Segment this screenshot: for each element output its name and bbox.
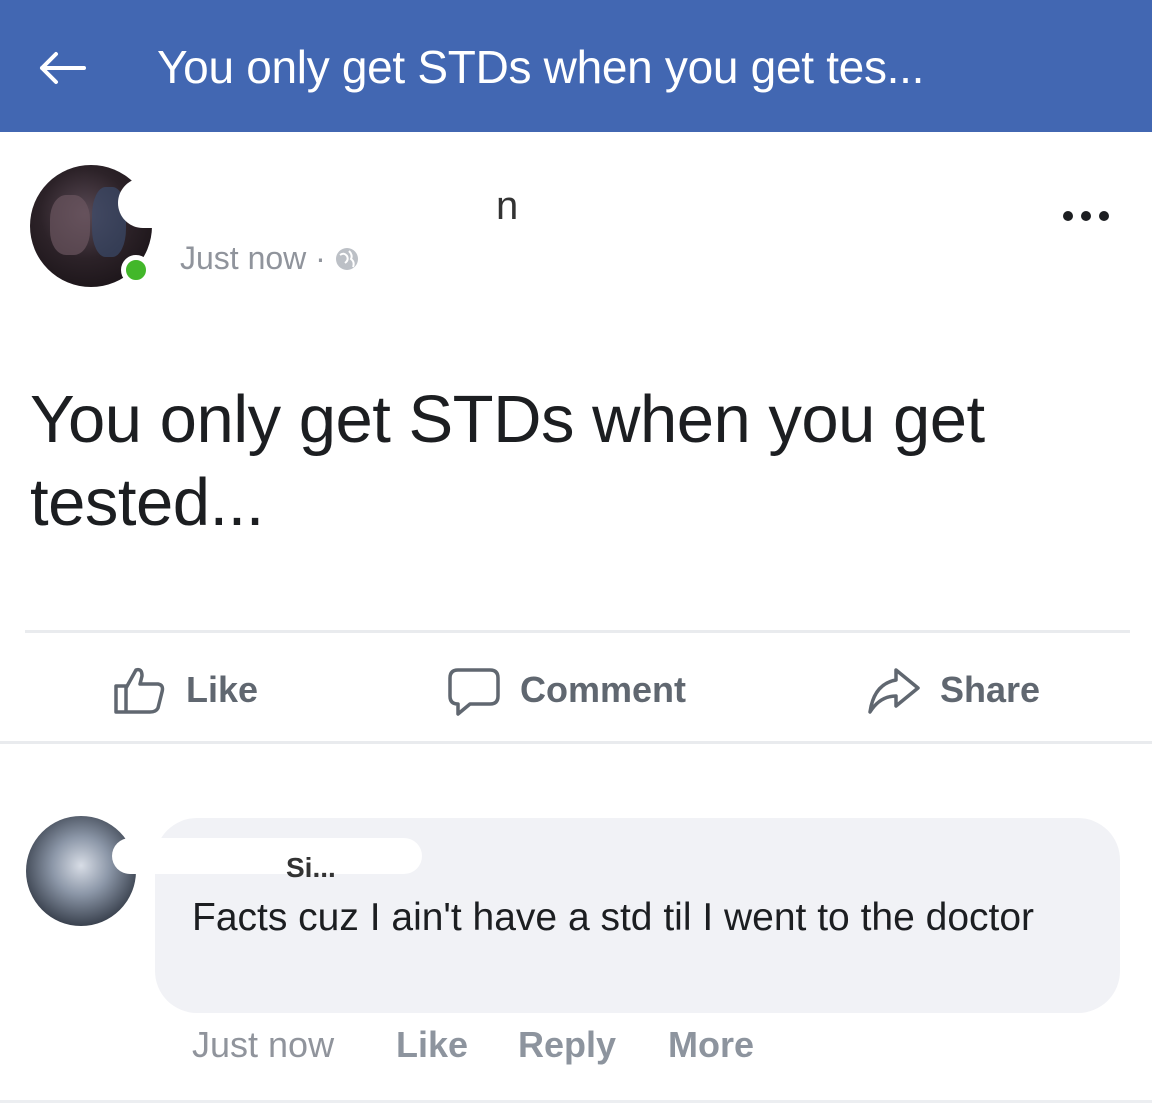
comment-timestamp: Just now — [192, 1024, 335, 1065]
share-label: Share — [940, 669, 1041, 710]
divider — [0, 741, 1152, 744]
share-button[interactable]: Share — [866, 662, 1040, 718]
comment-like-link[interactable]: Like — [396, 1024, 468, 1066]
globe-icon — [335, 247, 358, 270]
like-button[interactable]: Like — [112, 662, 258, 718]
online-status-indicator — [121, 255, 151, 285]
page-title: You only get STDs when you get tes... — [157, 41, 925, 93]
like-thumb-icon — [114, 667, 165, 714]
comment-button[interactable]: Comment — [446, 662, 686, 718]
redacted-author-name — [118, 178, 510, 228]
share-arrow-icon — [868, 668, 920, 714]
comment-reply-link[interactable]: Reply — [518, 1024, 616, 1066]
comment-bubble-icon — [448, 668, 500, 716]
post-body-text: You only get STDs when you get tested... — [30, 382, 985, 540]
commenter-name[interactable]: Si... — [286, 852, 336, 884]
post-author-name[interactable]: n — [496, 184, 518, 229]
comment-label: Comment — [520, 669, 687, 710]
back-arrow-icon[interactable] — [34, 48, 88, 88]
divider — [25, 630, 1130, 633]
post-time-label: Just now · — [180, 240, 326, 276]
divider — [0, 1100, 1152, 1103]
like-label: Like — [186, 669, 259, 710]
top-navigation-bar: You only get STDs when you get tes... — [0, 0, 1152, 132]
redacted-commenter-name — [112, 838, 422, 874]
comment-more-link[interactable]: More — [668, 1024, 754, 1066]
comment-text: Facts cuz I ain't have a std til I went … — [192, 896, 1035, 939]
post-timestamp: Just now · — [180, 240, 360, 277]
more-dots-icon[interactable] — [1058, 196, 1118, 236]
